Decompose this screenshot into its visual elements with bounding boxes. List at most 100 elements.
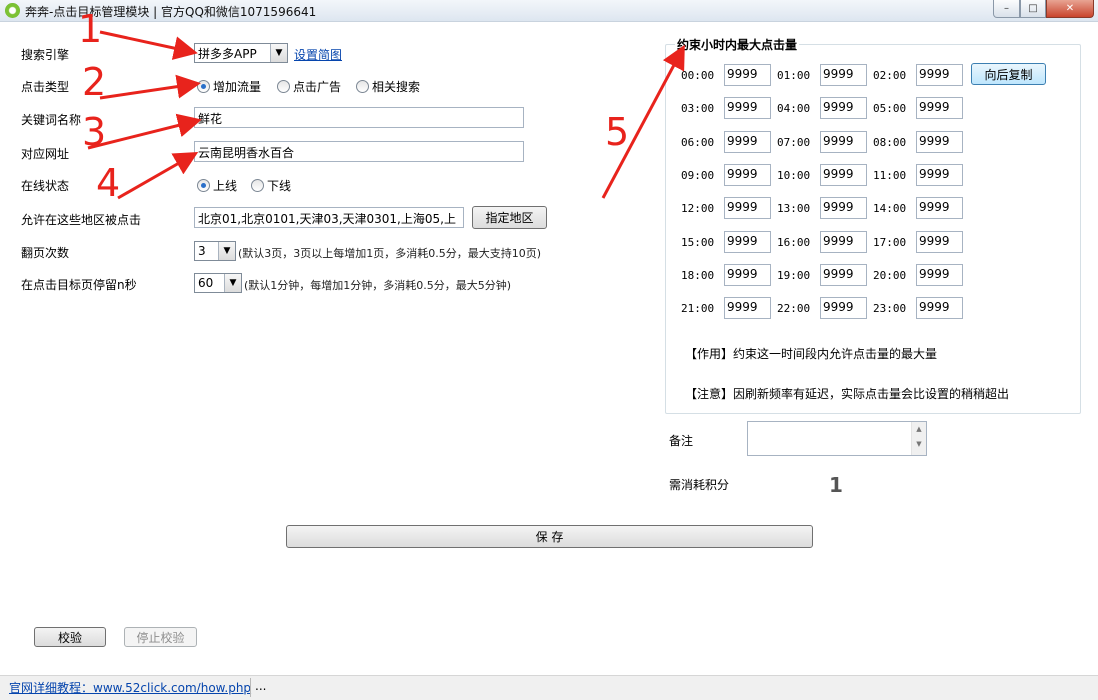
hour-limit-input[interactable]: 9999 [724, 164, 771, 186]
hour-label: 19:00 [777, 269, 811, 282]
pages-label: 翻页次数 [21, 246, 70, 260]
hour-limit-input[interactable]: 9999 [916, 231, 963, 253]
search-engine-value: 拼多多APP [198, 46, 257, 61]
close-icon: ✕ [1065, 3, 1075, 14]
radio-online[interactable]: 上线 [197, 177, 237, 194]
hour-limit-input[interactable]: 9999 [916, 197, 963, 219]
hour-limit-input[interactable]: 9999 [916, 131, 963, 153]
stay-note: (默认1分钟，每增加1分钟，多消耗0.5分，最大5分钟) [244, 279, 512, 292]
online-status-label: 在线状态 [21, 179, 70, 193]
remark-textarea[interactable]: ▲ ▼ [747, 421, 927, 456]
hour-label: 18:00 [681, 269, 715, 282]
cost-label: 需消耗积分 [669, 478, 730, 492]
url-label: 对应网址 [21, 147, 70, 161]
remark-scrollbar[interactable]: ▲ ▼ [911, 422, 926, 455]
tutorial-link[interactable]: 官网详细教程：www.52click.com/how.php [9, 679, 251, 696]
hour-limit-input[interactable]: 9999 [916, 97, 963, 119]
hour-label: 10:00 [777, 169, 811, 182]
radio-icon[interactable] [251, 179, 264, 192]
app-icon [5, 3, 20, 18]
url-input[interactable]: 云南昆明香水百合 [194, 141, 524, 162]
close-button[interactable]: ✕ [1046, 0, 1094, 18]
hour-limit-input[interactable]: 9999 [916, 264, 963, 286]
radio-icon[interactable] [277, 80, 290, 93]
stay-value: 60 [198, 276, 214, 290]
chevron-down-icon[interactable]: ▼ [218, 242, 235, 260]
hour-label: 04:00 [777, 102, 811, 115]
status-extra: ... [255, 679, 267, 693]
hourly-effect-note: 【作用】约束这一时间段内允许点击量的最大量 [685, 347, 938, 361]
chevron-down-icon[interactable]: ▼ [270, 44, 287, 62]
hour-label: 08:00 [873, 136, 907, 149]
radio-related-search[interactable]: 相关搜索 [356, 78, 420, 95]
hour-label: 09:00 [681, 169, 715, 182]
hour-limit-input[interactable]: 9999 [820, 164, 867, 186]
verify-button[interactable]: 校验 [34, 627, 106, 647]
hour-label: 00:00 [681, 69, 715, 82]
minimize-button[interactable]: – [993, 0, 1020, 18]
hour-label: 16:00 [777, 236, 811, 249]
hour-limit-input[interactable]: 9999 [724, 297, 771, 319]
radio-label: 相关搜索 [372, 80, 421, 94]
keyword-input[interactable]: 鲜花 [194, 107, 524, 128]
hour-label: 01:00 [777, 69, 811, 82]
radio-increase-traffic[interactable]: 增加流量 [197, 78, 261, 95]
stop-verify-button: 停止校验 [124, 627, 197, 647]
hour-limit-input[interactable]: 9999 [820, 297, 867, 319]
hour-label: 03:00 [681, 102, 715, 115]
setup-diagram-link[interactable]: 设置简图 [294, 46, 342, 63]
hour-limit-input[interactable]: 9999 [916, 164, 963, 186]
hour-label: 21:00 [681, 302, 715, 315]
radio-icon[interactable] [356, 80, 369, 93]
maximize-button[interactable]: □ [1020, 0, 1046, 18]
remark-label: 备注 [669, 434, 694, 448]
cost-value: 1 [829, 473, 843, 497]
hour-limit-input[interactable]: 9999 [820, 131, 867, 153]
pages-select[interactable]: 3 ▼ [194, 241, 236, 261]
pages-value: 3 [198, 244, 206, 258]
hour-label: 11:00 [873, 169, 907, 182]
hour-limit-input[interactable]: 9999 [724, 231, 771, 253]
radio-click-ads[interactable]: 点击广告 [277, 78, 341, 95]
hour-limit-input[interactable]: 9999 [820, 64, 867, 86]
hour-limit-input[interactable]: 9999 [820, 264, 867, 286]
hour-limit-input[interactable]: 9999 [724, 197, 771, 219]
pages-note: (默认3页，3页以上每增加1页，多消耗0.5分，最大支持10页) [238, 247, 542, 260]
hourly-warning-note: 【注意】因刷新频率有延迟，实际点击量会比设置的稍稍超出 [685, 387, 1010, 401]
hour-label: 12:00 [681, 202, 715, 215]
radio-label: 点击广告 [293, 80, 342, 94]
hour-limit-input[interactable]: 9999 [916, 297, 963, 319]
window-title: 奔奔-点击目标管理模块 | 官方QQ和微信1071596641 [25, 5, 317, 19]
hour-limit-input[interactable]: 9999 [820, 97, 867, 119]
stay-label: 在点击目标页停留n秒 [21, 278, 137, 292]
annotation-3: 3 [82, 110, 107, 154]
hour-label: 06:00 [681, 136, 715, 149]
search-engine-select[interactable]: 拼多多APP ▼ [194, 43, 288, 63]
hour-label: 22:00 [777, 302, 811, 315]
chevron-down-icon[interactable]: ▼ [224, 274, 241, 292]
annotation-2: 2 [82, 60, 107, 104]
click-type-label: 点击类型 [21, 80, 70, 94]
assign-regions-button[interactable]: 指定地区 [472, 206, 547, 229]
hour-label: 17:00 [873, 236, 907, 249]
hour-limit-input[interactable]: 9999 [820, 231, 867, 253]
hour-label: 20:00 [873, 269, 907, 282]
hour-limit-input[interactable]: 9999 [820, 197, 867, 219]
hour-label: 14:00 [873, 202, 907, 215]
hour-limit-input[interactable]: 9999 [724, 97, 771, 119]
save-button[interactable]: 保 存 [286, 525, 813, 548]
radio-selected-icon[interactable] [197, 80, 210, 93]
hour-limit-input[interactable]: 9999 [916, 64, 963, 86]
hour-limit-input[interactable]: 9999 [724, 64, 771, 86]
radio-selected-icon[interactable] [197, 179, 210, 192]
radio-label: 上线 [213, 179, 238, 193]
radio-offline[interactable]: 下线 [251, 177, 291, 194]
regions-input[interactable]: 北京01,北京0101,天津03,天津0301,上海05,上 [194, 207, 464, 228]
hour-limit-input[interactable]: 9999 [724, 131, 771, 153]
hour-label: 15:00 [681, 236, 715, 249]
stay-select[interactable]: 60 ▼ [194, 273, 242, 293]
keyword-label: 关键词名称 [21, 113, 82, 127]
minimize-icon: – [1004, 3, 1009, 14]
hour-limit-input[interactable]: 9999 [724, 264, 771, 286]
copy-forward-button[interactable]: 向后复制 [971, 63, 1046, 85]
